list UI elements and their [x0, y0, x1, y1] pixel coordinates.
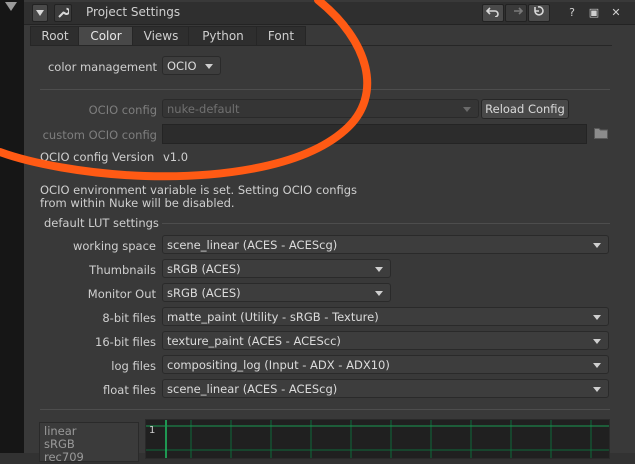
annotation-circle [0, 0, 372, 181]
